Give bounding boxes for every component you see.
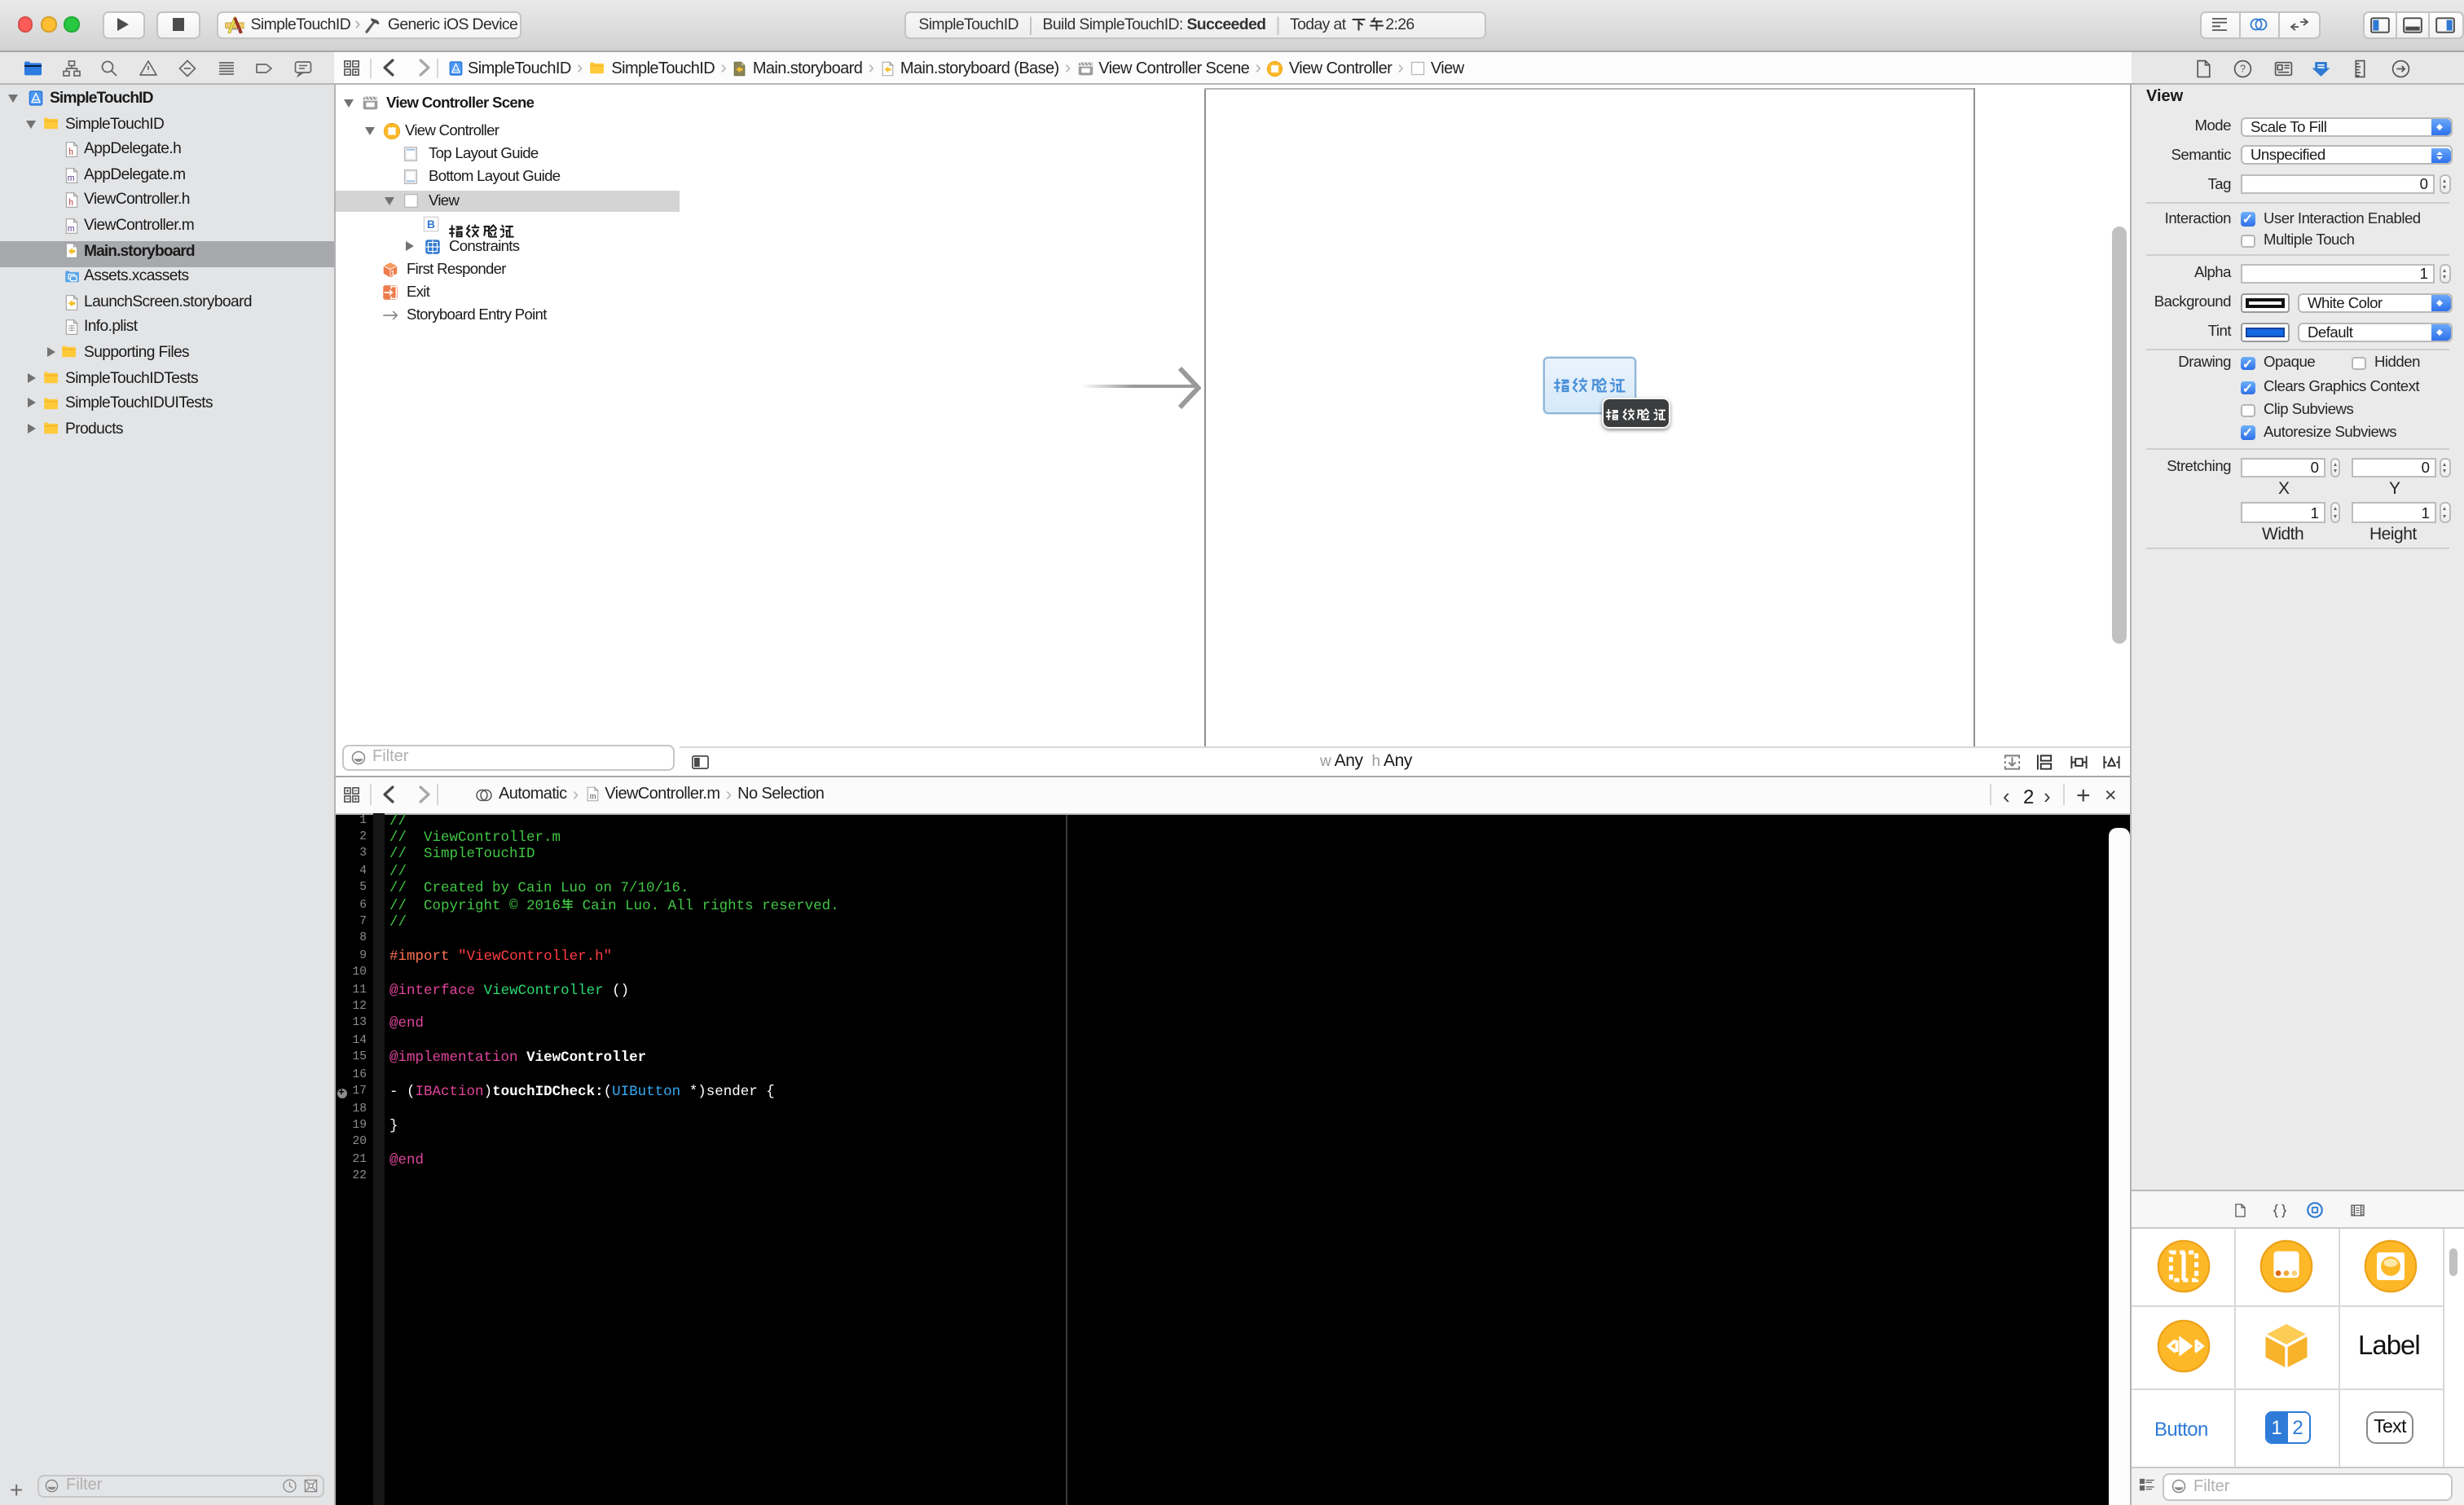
svg-text:h: h [68,146,73,156]
svg-text:m: m [67,171,74,182]
svg-text:h: h [68,197,73,208]
svg-text:m: m [67,222,74,233]
